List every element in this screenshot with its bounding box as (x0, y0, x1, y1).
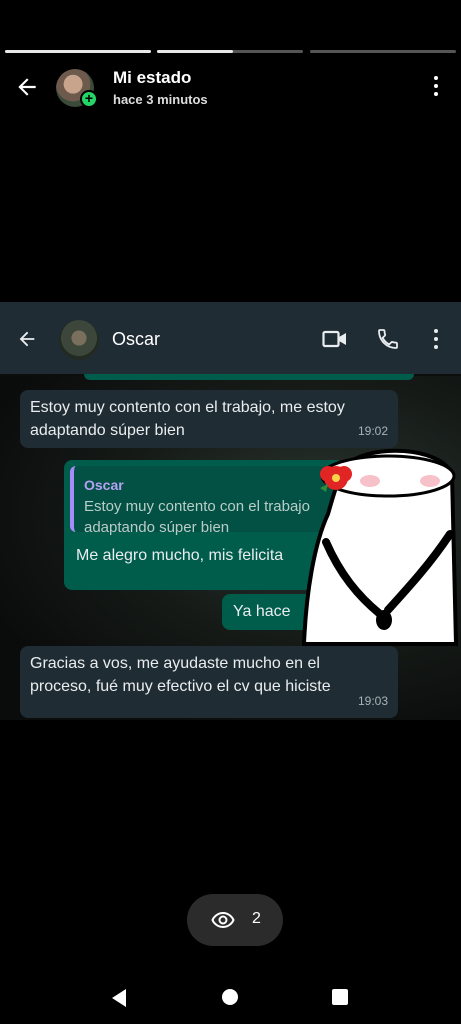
message-text: adaptando súper bien (30, 422, 185, 439)
message-time: 19:03 (357, 694, 388, 708)
nav-back-icon[interactable] (110, 988, 128, 1008)
views-count: 2 (252, 910, 261, 927)
eye-icon (211, 911, 235, 929)
message-incoming: Estoy muy contento con el trabajo, me es… (20, 390, 398, 448)
message-bubble-partial (84, 374, 414, 380)
contact-avatar (59, 320, 99, 360)
nav-home-icon[interactable] (222, 989, 238, 1005)
back-arrow-icon (19, 331, 35, 347)
message-text: Me alegro mucho, mis felicita (76, 547, 284, 564)
status-image: Oscar Estoy muy contento con el trabajo,… (0, 302, 461, 720)
status-progress-3 (310, 50, 456, 53)
status-header: + Mi estado hace 3 minutos (0, 64, 461, 110)
video-call-icon (322, 330, 346, 348)
add-status-icon[interactable]: + (80, 90, 98, 108)
status-timestamp: hace 3 minutos (113, 92, 208, 107)
message-text: Estoy muy contento con el trabajo, me es… (30, 399, 345, 416)
status-progress-1 (5, 50, 151, 53)
status-views-button[interactable]: 2 (187, 894, 283, 946)
message-incoming: Gracias a vos, me ayudaste mucho en el p… (20, 646, 398, 718)
back-arrow-icon[interactable] (14, 74, 40, 100)
more-vert-icon[interactable] (428, 76, 444, 98)
quoted-message: Oscar Estoy muy contento con el trabajo … (70, 466, 338, 536)
message-text: proceso, fué muy efectivo el cv que hici… (30, 678, 331, 695)
chat-header: Oscar (0, 302, 461, 374)
message-text: Ya hace (233, 603, 291, 620)
flork-sticker (301, 448, 459, 646)
status-progress-2 (157, 50, 303, 53)
message-text: Gracias a vos, me ayudaste mucho en el (30, 655, 320, 672)
status-title: Mi estado (113, 68, 192, 87)
quote-author: Oscar (84, 477, 124, 493)
phone-icon (378, 329, 398, 349)
system-navigation-bar (0, 980, 461, 1016)
contact-name: Oscar (112, 329, 161, 349)
nav-recents-icon[interactable] (332, 989, 348, 1005)
more-vert-icon (428, 329, 444, 351)
message-time: 19:02 (357, 424, 388, 438)
